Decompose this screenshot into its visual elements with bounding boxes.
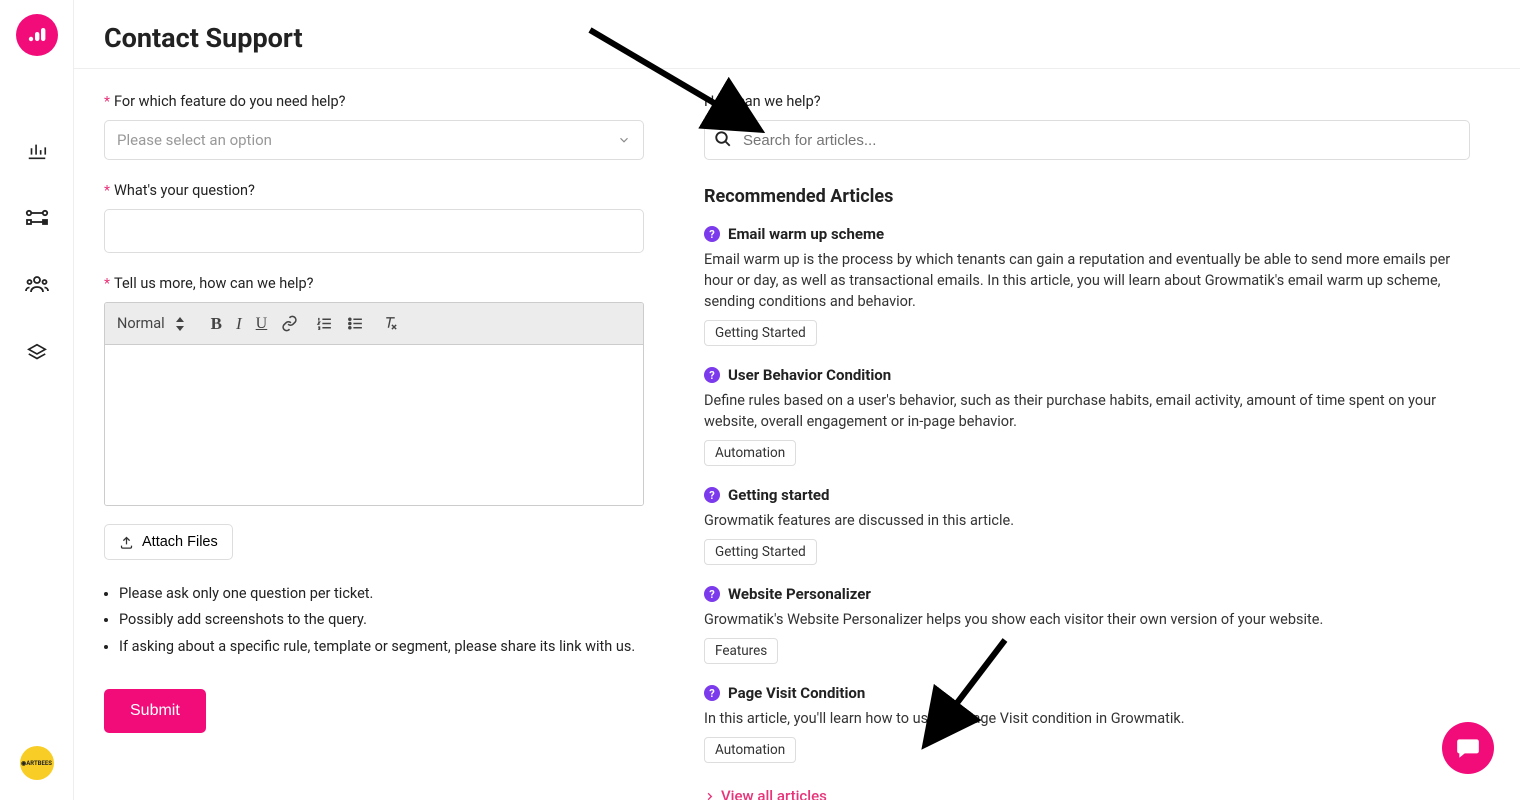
article-tag[interactable]: Automation (704, 440, 796, 466)
article-item[interactable]: ? Page Visit Condition In this article, … (704, 684, 1470, 763)
required-marker: * (104, 183, 110, 199)
article-desc: Growmatik's Website Personalizer helps y… (704, 609, 1470, 630)
search-icon (714, 130, 732, 152)
support-form: *For which feature do you need help? Ple… (104, 93, 644, 776)
article-title-text: Getting started (728, 486, 829, 504)
article-title-text: Website Personalizer (728, 585, 871, 603)
article-title-text: User Behavior Condition (728, 366, 891, 384)
recommended-title: Recommended Articles (704, 186, 1470, 207)
article-desc: In this article, you'll learn how to use… (704, 708, 1470, 729)
hint-item: If asking about a specific rule, templat… (119, 637, 644, 657)
unordered-list-icon (347, 315, 364, 332)
question-mark-icon: ? (704, 226, 720, 242)
attach-files-button[interactable]: Attach Files (104, 524, 233, 560)
hints-list: Please ask only one question per ticket.… (104, 584, 644, 657)
clear-format-icon (382, 315, 399, 332)
editor-body[interactable] (105, 345, 643, 505)
article-item[interactable]: ? Email warm up scheme Email warm up is … (704, 225, 1470, 346)
required-marker: * (104, 276, 110, 292)
hint-item: Possibly add screenshots to the query. (119, 610, 644, 630)
people-icon (25, 274, 49, 296)
page-title: Contact Support (104, 22, 1490, 54)
feature-select[interactable]: Please select an option (104, 120, 644, 160)
underline-button[interactable]: U (256, 315, 268, 333)
article-tag[interactable]: Getting Started (704, 539, 817, 565)
article-desc: Growmatik features are discussed in this… (704, 510, 1470, 531)
hint-item: Please ask only one question per ticket. (119, 584, 644, 604)
article-item[interactable]: ? Website Personalizer Growmatik's Websi… (704, 585, 1470, 664)
page-header: Contact Support (74, 0, 1520, 69)
question-mark-icon: ? (704, 685, 720, 701)
view-all-articles-link[interactable]: View all articles (704, 787, 827, 800)
nav-automation[interactable] (25, 208, 49, 232)
rich-text-editor: Normal B I U (104, 302, 644, 506)
article-desc: Define rules based on a user's behavior,… (704, 390, 1470, 432)
chevron-down-icon (617, 133, 631, 147)
ordered-list-icon (316, 315, 333, 332)
format-select[interactable]: Normal (117, 315, 193, 332)
ordered-list-button[interactable] (316, 315, 333, 332)
upload-icon (119, 535, 134, 550)
bold-button[interactable]: B (211, 314, 222, 334)
question-label: What's your question? (114, 182, 255, 199)
link-icon (281, 315, 298, 332)
editor-toolbar: Normal B I U (105, 303, 643, 345)
article-item[interactable]: ? Getting started Growmatik features are… (704, 486, 1470, 565)
chat-launcher[interactable] (1442, 722, 1494, 774)
artbees-badge[interactable]: ◉ARTBEES (20, 746, 54, 780)
article-title-text: Page Visit Condition (728, 684, 865, 702)
question-mark-icon: ? (704, 367, 720, 383)
question-mark-icon: ? (704, 586, 720, 602)
question-mark-icon: ? (704, 487, 720, 503)
details-label: Tell us more, how can we help? (114, 275, 313, 292)
search-input[interactable] (704, 120, 1470, 160)
flow-icon (25, 208, 49, 228)
feature-select-placeholder: Please select an option (117, 131, 272, 149)
chevron-right-icon (704, 791, 715, 800)
analytics-icon (26, 140, 48, 162)
unordered-list-button[interactable] (347, 315, 364, 332)
chat-icon (1455, 735, 1481, 761)
help-heading: How can we help? (704, 93, 821, 110)
article-tag[interactable]: Features (704, 638, 778, 664)
question-input[interactable] (104, 209, 644, 253)
article-tag[interactable]: Getting Started (704, 320, 817, 346)
nav-layers[interactable] (26, 342, 48, 368)
clear-format-button[interactable] (382, 315, 399, 332)
help-panel: How can we help? Recommended Articles ? … (704, 93, 1490, 776)
feature-label: For which feature do you need help? (114, 93, 346, 110)
sidebar: ◉ARTBEES (0, 0, 74, 800)
article-item[interactable]: ? User Behavior Condition Define rules b… (704, 366, 1470, 466)
sort-icon (175, 317, 185, 331)
link-button[interactable] (281, 315, 298, 332)
article-title-text: Email warm up scheme (728, 225, 884, 243)
logo-bars-icon (26, 24, 48, 46)
required-marker: * (104, 94, 110, 110)
nav-analytics[interactable] (26, 140, 48, 166)
nav-people[interactable] (25, 274, 49, 300)
submit-button[interactable]: Submit (104, 689, 206, 733)
main: Contact Support *For which feature do yo… (74, 0, 1520, 800)
layers-icon (26, 342, 48, 364)
italic-button[interactable]: I (236, 314, 242, 334)
article-tag[interactable]: Automation (704, 737, 796, 763)
article-desc: Email warm up is the process by which te… (704, 249, 1470, 312)
brand-logo[interactable] (16, 14, 58, 56)
